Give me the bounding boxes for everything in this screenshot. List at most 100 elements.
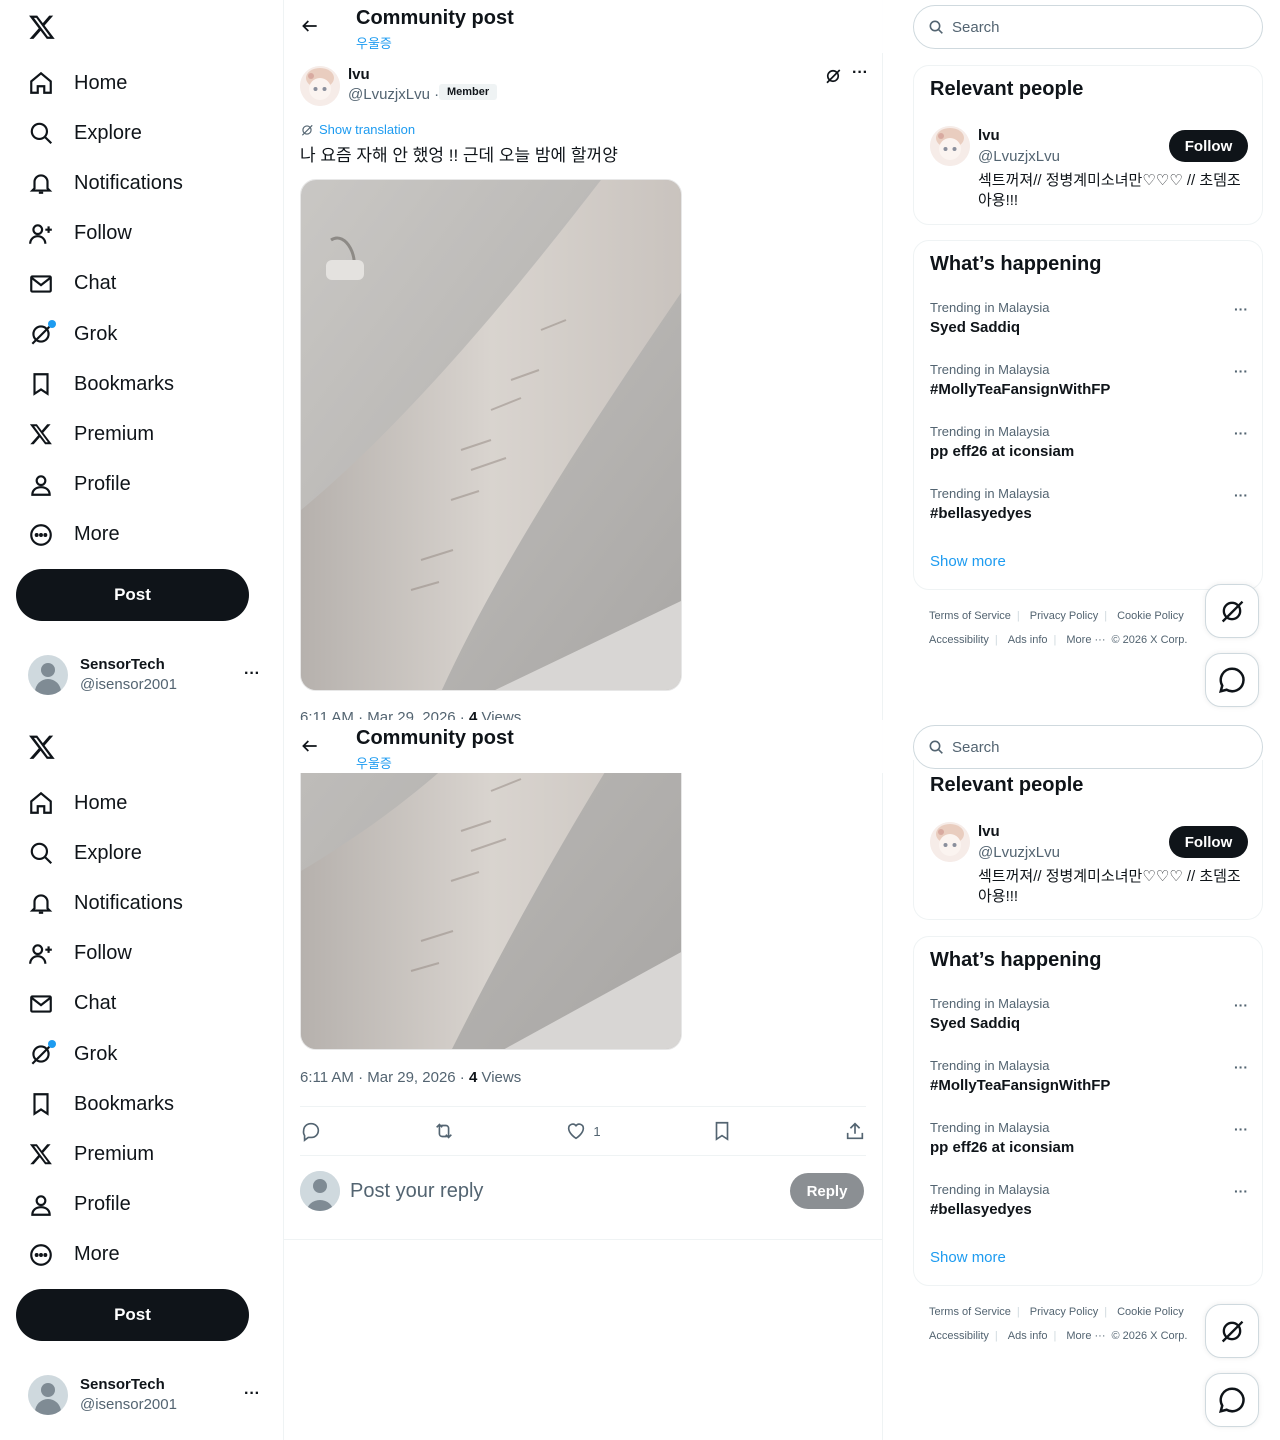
nav-item-more[interactable]: More xyxy=(16,510,183,560)
chat-button[interactable] xyxy=(1205,653,1259,707)
nav-item-chat[interactable]: Chat xyxy=(16,979,183,1029)
privacy-link[interactable]: Privacy Policy xyxy=(1030,610,1098,622)
x-logo-icon[interactable] xyxy=(28,732,56,762)
nav-item-bookmarks[interactable]: Bookmarks xyxy=(16,1079,183,1129)
nav-item-explore[interactable]: Explore xyxy=(16,828,183,878)
nav-item-bookmarks[interactable]: Bookmarks xyxy=(16,359,183,409)
reply-button[interactable]: Reply xyxy=(790,1173,864,1209)
nav-item-chat[interactable]: Chat xyxy=(16,259,183,309)
back-arrow-icon[interactable] xyxy=(300,16,320,36)
x-logo-icon[interactable] xyxy=(28,12,56,42)
nav-item-home[interactable]: Home xyxy=(16,58,183,108)
avatar xyxy=(930,822,970,862)
repost-action[interactable] xyxy=(433,1120,455,1142)
nav-item-grok[interactable]: Grok xyxy=(16,309,183,359)
like-action[interactable]: 1 xyxy=(565,1120,601,1142)
nav-item-premium[interactable]: Premium xyxy=(16,409,183,459)
chat-button[interactable] xyxy=(1205,1373,1259,1427)
ads-info-link[interactable]: Ads info xyxy=(1008,634,1048,646)
account-handle: @isensor2001 xyxy=(80,1396,177,1413)
cookie-link[interactable]: Cookie Policy xyxy=(1117,610,1184,622)
terms-link[interactable]: Terms of Service xyxy=(929,610,1011,622)
reply-icon xyxy=(302,1122,320,1142)
share-action[interactable] xyxy=(844,1120,866,1142)
reply-action[interactable] xyxy=(300,1120,322,1142)
account-switcher[interactable]: SensorTech @isensor2001 ··· xyxy=(28,1373,268,1417)
more-icon[interactable]: ··· xyxy=(1234,425,1248,441)
more-icon[interactable]: ··· xyxy=(1234,487,1248,503)
trend-item[interactable]: Trending in Malaysia Syed Saddiq ··· xyxy=(930,995,1248,1045)
nav-item-home[interactable]: Home xyxy=(16,778,183,828)
home-icon xyxy=(28,70,54,96)
grok-icon[interactable] xyxy=(824,67,842,85)
nav-item-follow[interactable]: Follow xyxy=(16,929,183,979)
grok-button[interactable] xyxy=(1205,584,1259,638)
nav-item-notifications[interactable]: Notifications xyxy=(16,158,183,208)
community-name[interactable]: 우울증 xyxy=(356,33,392,52)
post-time[interactable]: 6:11 AM · Mar 29, 2026 · xyxy=(300,709,469,720)
post-actions: 1 xyxy=(300,1106,866,1156)
show-translation-link[interactable]: Show translation xyxy=(300,122,415,137)
grok-button[interactable] xyxy=(1205,1304,1259,1358)
trend-item[interactable]: Trending in Malaysia pp eff26 at iconsiam… xyxy=(930,423,1248,473)
trend-item[interactable]: Trending in Malaysia #MollyTeaFansignWith… xyxy=(930,1057,1248,1107)
more-icon[interactable]: ··· xyxy=(1234,997,1248,1013)
nav-item-grok[interactable]: Grok xyxy=(16,1029,183,1079)
more-icon[interactable]: ··· xyxy=(1234,363,1248,379)
ads-info-link[interactable]: Ads info xyxy=(1008,1330,1048,1342)
post-button[interactable]: Post xyxy=(16,1289,249,1341)
more-link[interactable]: More ··· xyxy=(1066,634,1105,646)
nav-label: Explore xyxy=(74,121,142,144)
community-name[interactable]: 우울증 xyxy=(356,753,392,772)
accessibility-link[interactable]: Accessibility xyxy=(929,634,989,646)
accessibility-link[interactable]: Accessibility xyxy=(929,1330,989,1342)
nav-item-notifications[interactable]: Notifications xyxy=(16,878,183,928)
trend-item[interactable]: Trending in Malaysia #bellasyedyes ··· xyxy=(930,1181,1248,1231)
nav-item-profile[interactable]: Profile xyxy=(16,1180,183,1230)
cookie-link[interactable]: Cookie Policy xyxy=(1117,1306,1184,1318)
bookmark-action[interactable] xyxy=(711,1120,733,1142)
grok-icon xyxy=(28,1040,56,1067)
page-title: Community post xyxy=(356,727,514,749)
trend-item[interactable]: Trending in Malaysia #bellasyedyes ··· xyxy=(930,485,1248,535)
privacy-link[interactable]: Privacy Policy xyxy=(1030,1306,1098,1318)
follow-button[interactable]: Follow xyxy=(1169,826,1248,858)
more-icon[interactable]: ··· xyxy=(244,665,260,683)
nav-item-premium[interactable]: Premium xyxy=(16,1129,183,1179)
back-arrow-icon[interactable] xyxy=(300,736,320,756)
search-input[interactable]: Search xyxy=(913,5,1263,49)
search-icon xyxy=(929,740,943,754)
author-name[interactable]: lvu xyxy=(348,66,370,83)
show-more-link[interactable]: Show more xyxy=(930,1249,1006,1266)
follow-button[interactable]: Follow xyxy=(1169,130,1248,162)
more-icon[interactable]: ··· xyxy=(1234,1183,1248,1199)
views-label: Views xyxy=(477,709,522,720)
terms-link[interactable]: Terms of Service xyxy=(929,1306,1011,1318)
more-icon[interactable]: ··· xyxy=(1234,1121,1248,1137)
post-time[interactable]: 6:11 AM · Mar 29, 2026 · xyxy=(300,1069,469,1086)
nav-item-explore[interactable]: Explore xyxy=(16,108,183,158)
author-handle[interactable]: @LvuzjxLvu · xyxy=(348,86,439,103)
more-link[interactable]: More ··· xyxy=(1066,1330,1105,1342)
show-more-link[interactable]: Show more xyxy=(930,553,1006,570)
bell-icon xyxy=(28,170,54,196)
page-title: Community post xyxy=(356,7,514,29)
more-icon[interactable]: ··· xyxy=(1234,1059,1248,1075)
account-switcher[interactable]: SensorTech @isensor2001 ··· xyxy=(28,653,268,697)
reply-input[interactable] xyxy=(350,1175,750,1207)
account-name: SensorTech xyxy=(80,1376,165,1393)
trend-item[interactable]: Trending in Malaysia pp eff26 at iconsiam… xyxy=(930,1119,1248,1169)
post-button[interactable]: Post xyxy=(16,569,249,621)
trend-context: Trending in Malaysia xyxy=(930,1058,1050,1073)
more-icon[interactable]: ··· xyxy=(1234,301,1248,317)
nav-item-profile[interactable]: Profile xyxy=(16,460,183,510)
author-avatar[interactable] xyxy=(300,66,340,106)
more-icon[interactable]: ··· xyxy=(852,64,868,82)
trend-item[interactable]: Trending in Malaysia #MollyTeaFansignWith… xyxy=(930,361,1248,411)
post-image[interactable] xyxy=(300,179,682,691)
more-icon[interactable]: ··· xyxy=(244,1385,260,1403)
nav-item-follow[interactable]: Follow xyxy=(16,209,183,259)
trend-item[interactable]: Trending in Malaysia Syed Saddiq ··· xyxy=(930,299,1248,349)
heart-icon xyxy=(568,1123,585,1140)
nav-item-more[interactable]: More xyxy=(16,1230,183,1280)
